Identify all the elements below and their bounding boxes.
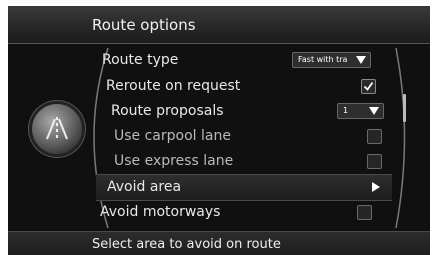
menu-item-use-express-lane[interactable]: Use express lane xyxy=(114,149,404,174)
menu-item-use-carpool-lane[interactable]: Use carpool lane xyxy=(114,124,404,149)
page-title: Route options xyxy=(92,16,196,34)
reroute-on-request-checkbox[interactable] xyxy=(361,79,376,94)
checkmark-icon xyxy=(363,81,374,91)
avoid-motorways-checkbox[interactable] xyxy=(357,205,372,220)
footer-hint: Select area to avoid on route xyxy=(92,237,281,252)
use-express-lane-label: Use express lane xyxy=(114,153,234,169)
use-carpool-lane-label: Use carpool lane xyxy=(114,128,231,144)
reroute-on-request-label: Reroute on request xyxy=(106,78,241,94)
chevron-down-icon xyxy=(369,107,379,115)
route-proposals-value: 1 xyxy=(343,106,349,115)
scrollbar[interactable] xyxy=(403,94,406,122)
road-knob-icon xyxy=(32,104,82,154)
route-type-value: Fast with tra xyxy=(298,55,348,64)
chevron-down-icon xyxy=(356,56,366,64)
menu-item-avoid-area[interactable]: Avoid area xyxy=(96,174,392,201)
route-type-label: Route type xyxy=(102,52,179,68)
use-carpool-lane-checkbox[interactable] xyxy=(367,129,382,144)
route-options-screen: Route options Route type Fast with tra R… xyxy=(8,6,430,255)
footer-hint-bar: Select area to avoid on route xyxy=(8,231,430,255)
chevron-right-icon xyxy=(372,182,380,192)
route-proposals-label: Route proposals xyxy=(111,103,224,119)
route-proposals-dropdown[interactable]: 1 xyxy=(337,103,384,119)
route-type-dropdown[interactable]: Fast with tra xyxy=(292,52,371,68)
avoid-motorways-label: Avoid motorways xyxy=(100,204,221,220)
menu-item-avoid-motorways[interactable]: Avoid motorways xyxy=(100,200,390,225)
menu-item-route-proposals[interactable]: Route proposals 1 xyxy=(111,99,401,124)
use-express-lane-checkbox[interactable] xyxy=(367,154,382,169)
avoid-area-label: Avoid area xyxy=(107,179,182,195)
menu-item-route-type[interactable]: Route type Fast with tra xyxy=(102,48,392,73)
title-bar: Route options xyxy=(8,6,430,44)
menu-item-reroute-on-request[interactable]: Reroute on request xyxy=(106,74,396,99)
